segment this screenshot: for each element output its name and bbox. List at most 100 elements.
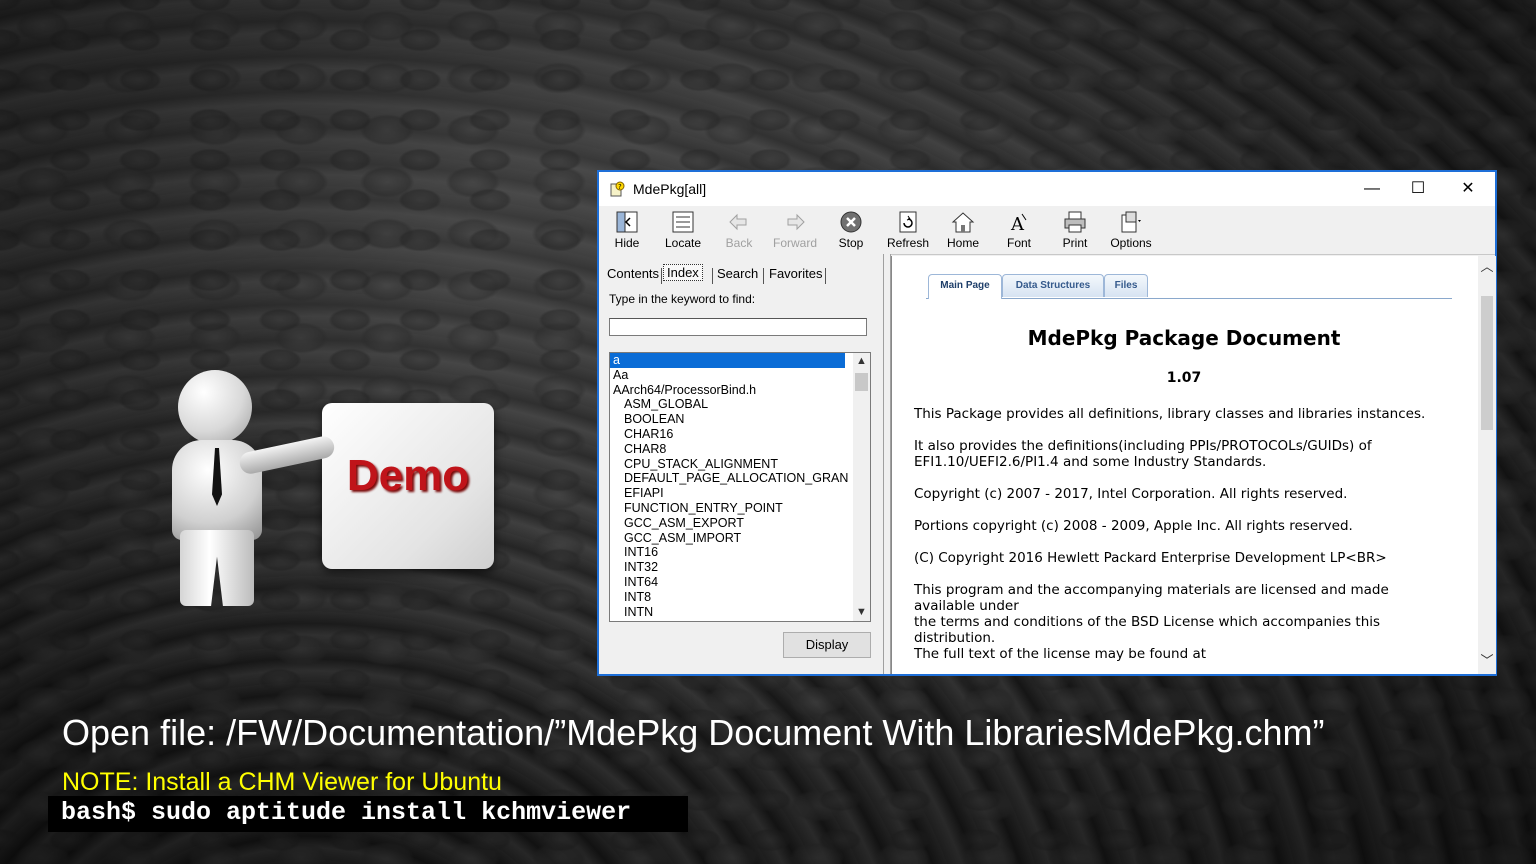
- index-list[interactable]: a Aa AArch64/ProcessorBind.h ASM_GLOBAL BOOL…: [609, 352, 871, 622]
- display-button[interactable]: Display: [783, 632, 871, 658]
- presenter-figure: Demo: [170, 370, 510, 610]
- index-list-item[interactable]: CPU_STACK_ALIGNMENT: [610, 457, 870, 472]
- home-label: Home: [946, 236, 979, 250]
- index-list-item[interactable]: ASM_GLOBAL: [610, 397, 870, 412]
- tab-main-page[interactable]: Main Page: [928, 274, 1002, 299]
- command-text: bash$ sudo aptitude install kchmviewer: [61, 798, 632, 827]
- forward-button[interactable]: Forward: [767, 210, 823, 252]
- navigation-pane: Contents Index Search Favorites Type in …: [599, 254, 883, 674]
- tab-separator: [763, 268, 764, 284]
- stop-label: Stop: [838, 236, 864, 250]
- document-scrollbar[interactable]: ︿ ﹀: [1478, 256, 1496, 674]
- slide-caption: Open file: /FW/Documentation/”MdePkg Doc…: [62, 712, 1325, 753]
- index-list-item[interactable]: INT32: [610, 560, 870, 575]
- scroll-up-icon[interactable]: ▲: [853, 353, 870, 370]
- options-icon: [1121, 211, 1141, 233]
- figure-legs: [180, 530, 254, 606]
- stop-icon: [840, 211, 862, 233]
- forward-label: Forward: [772, 236, 817, 250]
- index-list-item[interactable]: INTN: [610, 605, 870, 620]
- index-list-item[interactable]: GCC_ASM_IMPORT: [610, 531, 870, 546]
- maximize-button[interactable]: ☐: [1395, 172, 1441, 206]
- command-box: bash$ sudo aptitude install kchmviewer: [48, 796, 688, 832]
- index-list-item[interactable]: INT64: [610, 575, 870, 590]
- hide-icon: [616, 211, 638, 233]
- tab-separator: [661, 268, 662, 284]
- minimize-button[interactable]: —: [1349, 172, 1395, 206]
- back-label: Back: [725, 236, 753, 250]
- tab-contents[interactable]: Contents: [607, 266, 659, 281]
- back-button[interactable]: Back: [711, 210, 767, 252]
- document-version: 1.07: [1166, 370, 1202, 386]
- font-label: Font: [1006, 236, 1031, 250]
- index-list-item[interactable]: FUNCTION_ENTRY_POINT: [610, 501, 870, 516]
- locate-label: Locate: [664, 236, 702, 250]
- font-icon: A: [1010, 213, 1027, 234]
- index-list-item[interactable]: Aa: [610, 368, 870, 383]
- tab-search[interactable]: Search: [717, 266, 758, 281]
- paragraph: This Package provides all definitions, l…: [914, 406, 1426, 422]
- scroll-thumb[interactable]: [855, 373, 868, 391]
- stop-button[interactable]: Stop: [823, 210, 879, 252]
- index-list-item[interactable]: DEFAULT_PAGE_ALLOCATION_GRAN: [610, 471, 870, 486]
- demo-label: Demo: [346, 451, 470, 500]
- keyword-label: Type in the keyword to find:: [609, 292, 756, 306]
- index-list-item[interactable]: a: [610, 353, 845, 368]
- index-list-item[interactable]: GCC_ASM_EXPORT: [610, 516, 870, 531]
- print-button[interactable]: Print: [1047, 210, 1103, 252]
- hide-label: Hide: [614, 236, 640, 250]
- tab-favorites[interactable]: Favorites: [769, 266, 822, 281]
- help-viewer-window: ? MdePkg[all] — ☐ ✕ Hide Locate Back For…: [597, 170, 1497, 676]
- tab-files[interactable]: Files: [1104, 274, 1148, 297]
- document-pane: Main Page Data Structures Files MdePkg P…: [891, 256, 1496, 674]
- title-bar[interactable]: ? MdePkg[all] — ☐ ✕: [599, 172, 1495, 206]
- paragraph: Copyright (c) 2007 - 2017, Intel Corpora…: [914, 486, 1348, 502]
- options-button[interactable]: Options: [1103, 210, 1159, 252]
- svg-text:?: ?: [618, 183, 622, 191]
- font-button[interactable]: A Font: [991, 210, 1047, 252]
- index-list-item[interactable]: BOOLEAN: [610, 412, 870, 427]
- document-scroll-thumb[interactable]: [1481, 296, 1493, 430]
- index-scrollbar[interactable]: ▲ ▼: [853, 353, 870, 621]
- document-body: This Package provides all definitions, l…: [914, 406, 1434, 674]
- scroll-up-icon[interactable]: ︿: [1478, 258, 1496, 276]
- tab-data-structures[interactable]: Data Structures: [1002, 274, 1104, 297]
- tab-index[interactable]: Index: [663, 264, 703, 281]
- keyword-input[interactable]: [609, 318, 867, 336]
- options-label: Options: [1110, 236, 1152, 250]
- home-icon: [951, 212, 975, 233]
- home-button[interactable]: Home: [935, 210, 991, 252]
- refresh-icon: [899, 211, 917, 233]
- printer-icon: [1064, 211, 1086, 233]
- close-button[interactable]: ✕: [1445, 172, 1491, 206]
- tab-separator: [825, 268, 826, 284]
- window-title: MdePkg[all]: [633, 181, 707, 197]
- slide-note: NOTE: Install a CHM Viewer for Ubuntu: [62, 768, 502, 796]
- back-arrow-icon: [729, 213, 747, 231]
- hide-button[interactable]: Hide: [599, 210, 655, 252]
- scroll-down-icon[interactable]: ▼: [853, 604, 870, 621]
- help-app-icon: ?: [610, 181, 625, 197]
- scroll-down-icon[interactable]: ﹀: [1478, 652, 1496, 670]
- index-list-item[interactable]: INT16: [610, 545, 870, 560]
- refresh-label: Refresh: [886, 236, 930, 250]
- locate-button[interactable]: Locate: [655, 210, 711, 252]
- index-list-item[interactable]: AArch64/ProcessorBind.h: [610, 383, 870, 398]
- index-list-item[interactable]: CHAR16: [610, 427, 870, 442]
- index-list-item[interactable]: EFIAPI: [610, 486, 870, 501]
- toolbar: Hide Locate Back Forward Stop Refresh Ho…: [599, 206, 1495, 255]
- figure-head: [178, 370, 252, 444]
- index-list-item[interactable]: CHAR8: [610, 442, 870, 457]
- pane-splitter[interactable]: [883, 254, 891, 674]
- paragraph: Portions copyright (c) 2008 - 2009, Appl…: [914, 518, 1353, 534]
- paragraph: (C) Copyright 2016 Hewlett Packard Enter…: [914, 550, 1387, 566]
- index-list-item[interactable]: INT8: [610, 590, 870, 605]
- demo-board: Demo: [322, 403, 494, 569]
- paragraph: This program and the accompanying materi…: [914, 582, 1389, 662]
- svg-text:A: A: [1010, 214, 1025, 234]
- document-title: MdePkg Package Document: [1027, 326, 1341, 350]
- print-label: Print: [1062, 236, 1088, 250]
- refresh-button[interactable]: Refresh: [880, 210, 936, 252]
- index-items-container: a Aa AArch64/ProcessorBind.h ASM_GLOBAL BOOL…: [610, 353, 870, 619]
- tab-separator: [712, 268, 713, 284]
